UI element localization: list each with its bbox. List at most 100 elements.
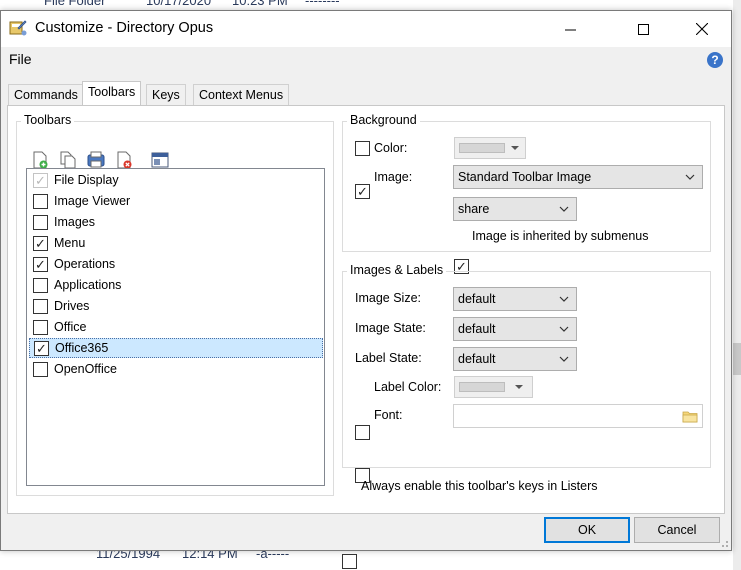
- list-item-label: Drives: [54, 299, 90, 313]
- checkbox[interactable]: [33, 319, 48, 335]
- chevron-down-icon: [559, 296, 569, 302]
- resize-grip-icon[interactable]: [719, 538, 729, 548]
- copy-toolbar-icon[interactable]: [59, 151, 77, 169]
- background-group-title: Background: [347, 113, 420, 127]
- background-file-attr: --------: [305, 0, 340, 8]
- list-item-label: Image Viewer: [54, 194, 131, 208]
- label-state-value: default: [458, 352, 496, 366]
- list-item-operations[interactable]: ✓ Operations: [33, 254, 321, 274]
- chevron-down-icon: [559, 326, 569, 332]
- font-label: Font:: [374, 408, 403, 422]
- image-size-label: Image Size:: [355, 291, 422, 305]
- list-item-label: Menu: [54, 236, 86, 250]
- help-icon[interactable]: ?: [707, 52, 723, 68]
- checkbox[interactable]: ✓: [34, 340, 49, 356]
- label-color-checkbox[interactable]: [355, 425, 370, 440]
- image-state-value: default: [458, 322, 496, 336]
- tab-context-menus[interactable]: Context Menus: [193, 84, 290, 105]
- title-bar: Customize - Directory Opus: [1, 11, 731, 47]
- color-swatch: [459, 382, 505, 392]
- toolbar-settings-icon[interactable]: [151, 151, 169, 169]
- background-image-select[interactable]: Standard Toolbar Image: [453, 165, 703, 189]
- list-item-menu[interactable]: ✓ Menu: [33, 233, 321, 253]
- list-item-file-display[interactable]: ✓ File Display: [33, 170, 321, 190]
- images-labels-group-title: Images & Labels: [347, 263, 447, 277]
- list-item-image-viewer[interactable]: Image Viewer: [33, 191, 321, 211]
- checkbox[interactable]: [33, 277, 48, 293]
- toolbars-list[interactable]: ✓ File Display Image Viewer Images ✓ Men…: [26, 168, 325, 486]
- checkbox[interactable]: [33, 214, 48, 230]
- chevron-down-icon: [559, 356, 569, 362]
- list-item-openoffice[interactable]: OpenOffice: [33, 359, 321, 379]
- image-state-label: Image State:: [355, 321, 426, 335]
- checkmark-icon: ✓: [35, 235, 46, 251]
- always-enable-keys-checkbox[interactable]: [342, 554, 357, 569]
- background-file-time: 10:23 PM: [232, 0, 288, 8]
- delete-toolbar-icon[interactable]: [115, 151, 133, 169]
- checkmark-icon: ✓: [357, 184, 368, 199]
- background-subimage-value: share: [458, 202, 490, 216]
- menu-file[interactable]: File: [9, 51, 32, 67]
- chevron-down-icon: [685, 174, 695, 180]
- dropdown-arrow-icon: [515, 385, 523, 389]
- background-scrollbar-track: [733, 0, 741, 570]
- list-item-label: Operations: [54, 257, 116, 271]
- checkmark-icon: ✓: [35, 172, 46, 188]
- app-icon: [9, 20, 27, 36]
- dropdown-arrow-icon: [511, 146, 519, 150]
- menu-bar: File ?: [1, 47, 731, 71]
- checkbox[interactable]: [33, 193, 48, 209]
- always-enable-keys-label: Always enable this toolbar's keys in Lis…: [361, 479, 598, 493]
- label-state-select[interactable]: default: [453, 347, 577, 371]
- checkbox[interactable]: [33, 361, 48, 377]
- list-item-label: Applications: [54, 278, 122, 292]
- list-item-label: Images: [54, 215, 95, 229]
- background-scrollbar-thumb[interactable]: [733, 343, 741, 375]
- window-title: Customize - Directory Opus: [35, 20, 214, 36]
- image-state-select[interactable]: default: [453, 317, 577, 341]
- list-item-label: Office: [54, 320, 87, 334]
- close-button[interactable]: [679, 11, 725, 47]
- minimize-icon: [564, 29, 576, 30]
- list-item-drives[interactable]: Drives: [33, 296, 321, 316]
- maximize-button[interactable]: [620, 11, 666, 47]
- inherited-label: Image is inherited by submenus: [472, 229, 649, 243]
- image-label: Image:: [374, 170, 413, 184]
- background-subimage-select[interactable]: share: [453, 197, 577, 221]
- checkbox[interactable]: ✓: [33, 256, 48, 272]
- tab-toolbars[interactable]: Toolbars: [82, 81, 142, 105]
- new-toolbar-icon[interactable]: [31, 151, 49, 169]
- list-item-applications[interactable]: Applications: [33, 275, 321, 295]
- close-icon: [696, 23, 708, 35]
- checkbox[interactable]: ✓: [33, 235, 48, 251]
- list-item-office[interactable]: Office: [33, 317, 321, 337]
- background-color-picker[interactable]: [454, 137, 526, 159]
- tab-keys[interactable]: Keys: [146, 84, 186, 105]
- color-swatch: [459, 143, 505, 153]
- background-image-value: Standard Toolbar Image: [458, 170, 592, 184]
- maximize-icon: [637, 23, 649, 35]
- label-state-label: Label State:: [355, 351, 422, 365]
- color-checkbox[interactable]: [355, 141, 370, 156]
- list-item-office365[interactable]: ✓ Office365: [29, 338, 323, 358]
- cancel-button[interactable]: Cancel: [634, 517, 720, 543]
- list-item-label: Office365: [55, 341, 109, 355]
- background-file-name: File Folder: [44, 0, 106, 8]
- checkbox[interactable]: [33, 298, 48, 314]
- tab-commands[interactable]: Commands: [8, 84, 84, 105]
- list-item-images[interactable]: Images: [33, 212, 321, 232]
- label-color-picker[interactable]: [454, 376, 533, 398]
- minimize-button[interactable]: [547, 11, 593, 47]
- customize-dialog: Customize - Directory Opus File ? Comman…: [0, 10, 732, 569]
- checkmark-icon: ✓: [35, 256, 46, 272]
- checkmark-icon: ✓: [36, 340, 47, 356]
- folder-icon[interactable]: [682, 409, 698, 423]
- ok-button[interactable]: OK: [544, 517, 630, 543]
- save-toolbar-icon[interactable]: [87, 151, 105, 169]
- image-checkbox[interactable]: ✓: [355, 184, 370, 199]
- color-label: Color:: [374, 141, 408, 155]
- image-size-select[interactable]: default: [453, 287, 577, 311]
- checkbox[interactable]: ✓: [33, 172, 48, 188]
- font-field[interactable]: [453, 404, 703, 428]
- chevron-down-icon: [559, 206, 569, 212]
